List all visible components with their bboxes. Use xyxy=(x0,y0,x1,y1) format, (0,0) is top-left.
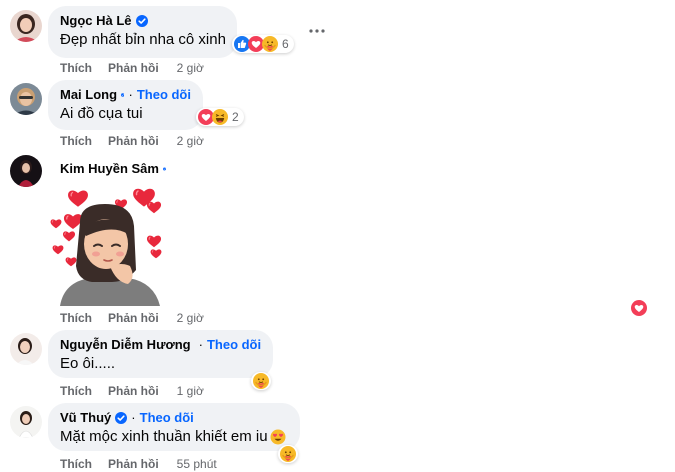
more-options-icon[interactable] xyxy=(307,24,327,38)
heart-girl-sticker[interactable] xyxy=(50,186,165,306)
follow-button[interactable]: Theo dõi xyxy=(137,87,191,103)
comment-text: Eo ôi..... xyxy=(60,355,116,372)
comment-actions: Thích Phản hồi 2 giờ xyxy=(60,60,204,76)
commenter-name[interactable]: Kim Huyền Sâm xyxy=(60,161,159,177)
verified-badge-icon xyxy=(136,15,148,27)
like-button[interactable]: Thích xyxy=(60,310,92,326)
haha-icon xyxy=(212,109,228,125)
like-button[interactable]: Thích xyxy=(60,383,92,399)
reply-button[interactable]: Phản hồi xyxy=(108,456,159,472)
separator: · xyxy=(198,337,203,352)
love-reaction-icon[interactable] xyxy=(629,298,649,318)
like-button[interactable]: Thích xyxy=(60,456,92,472)
comment-bubble: Mai Long · Theo dõi Ai đồ cụa tui xyxy=(48,80,203,130)
comment-text: Ai đồ cụa tui xyxy=(60,105,143,122)
care-icon xyxy=(262,36,278,52)
comment-time[interactable]: 1 giờ xyxy=(177,383,204,399)
reaction-summary[interactable] xyxy=(278,445,298,463)
follow-button[interactable]: Theo dõi xyxy=(140,410,194,426)
comment-header: Kim Huyền Sâm xyxy=(48,157,178,181)
comment-text: Đẹp nhất bỉn nha cô xinh xyxy=(60,31,226,48)
avatar[interactable] xyxy=(10,406,42,438)
commenter-name[interactable]: Mai Long xyxy=(60,87,117,103)
reaction-summary[interactable]: 6 xyxy=(232,35,294,53)
like-button[interactable]: Thích xyxy=(60,60,92,76)
reply-button[interactable]: Phản hồi xyxy=(108,60,159,76)
reply-button[interactable]: Phản hồi xyxy=(108,133,159,149)
reply-button[interactable]: Phản hồi xyxy=(108,383,159,399)
avatar[interactable] xyxy=(10,10,42,42)
comment-time[interactable]: 2 giờ xyxy=(177,60,204,76)
reaction-count: 6 xyxy=(282,37,289,51)
comment-actions: Thích Phản hồi 2 giờ xyxy=(60,133,204,149)
comment-text: Mặt mộc xinh thuần khiết em iu xyxy=(60,428,268,445)
separator: · xyxy=(128,87,133,102)
comment-time[interactable]: 2 giờ xyxy=(177,133,204,149)
reaction-count: 2 xyxy=(232,110,239,124)
reply-button[interactable]: Phản hồi xyxy=(108,310,159,326)
comment-bubble: Vũ Thuý · Theo dõi Mặt mộc xinh thuần kh… xyxy=(48,403,300,451)
like-button[interactable]: Thích xyxy=(60,133,92,149)
comment-bubble: Ngọc Hà Lê Đẹp nhất bỉn nha cô xinh xyxy=(48,6,237,58)
comment-time[interactable]: 55 phút xyxy=(177,456,217,472)
commenter-name[interactable]: Vũ Thuý xyxy=(60,410,111,426)
verified-badge-icon xyxy=(121,89,124,101)
follow-button[interactable]: Theo dõi xyxy=(207,337,261,353)
separator: · xyxy=(131,410,136,425)
commenter-name[interactable]: Ngọc Hà Lê xyxy=(60,13,132,29)
avatar[interactable] xyxy=(10,155,42,187)
heart-eyes-emoji-icon xyxy=(270,429,286,445)
comment-bubble: Nguyễn Diễm Hương · Theo dõi Eo ôi..... xyxy=(48,330,273,378)
reaction-summary[interactable] xyxy=(251,372,271,390)
comment-actions: Thích Phản hồi 55 phút xyxy=(60,456,217,472)
care-icon xyxy=(280,446,296,462)
verified-badge-icon xyxy=(115,412,127,424)
avatar[interactable] xyxy=(10,333,42,365)
care-icon xyxy=(253,373,269,389)
reaction-summary[interactable]: 2 xyxy=(196,108,244,126)
comment-actions: Thích Phản hồi 2 giờ xyxy=(60,310,204,326)
verified-badge-icon xyxy=(163,163,166,175)
comment-actions: Thích Phản hồi 1 giờ xyxy=(60,383,204,399)
commenter-name[interactable]: Nguyễn Diễm Hương xyxy=(60,337,191,353)
avatar[interactable] xyxy=(10,83,42,115)
comment-time[interactable]: 2 giờ xyxy=(177,310,204,326)
